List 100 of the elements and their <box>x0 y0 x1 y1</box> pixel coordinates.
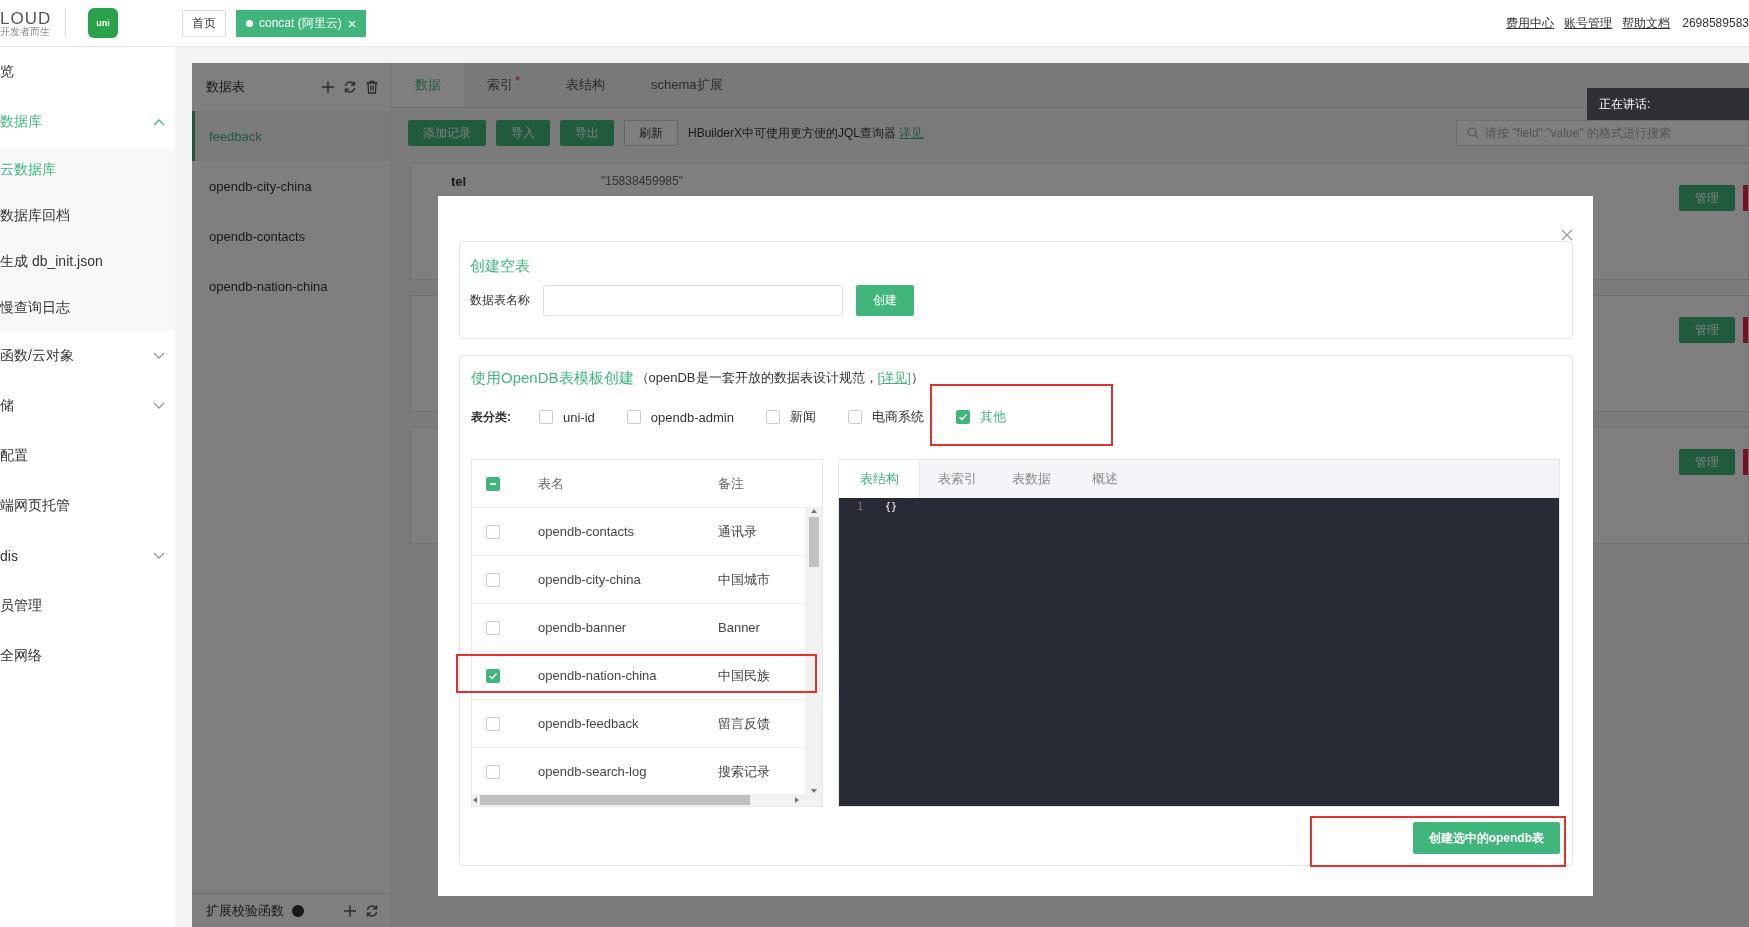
account-id: 2698589583 <box>1682 16 1749 30</box>
delete-icon[interactable] <box>365 80 379 94</box>
checkbox-label[interactable]: uni-id <box>563 409 595 425</box>
table-cell-text: opendb-search-log <box>538 764 648 779</box>
delete-button[interactable] <box>1743 185 1748 211</box>
logo-text: LOUD <box>0 9 53 27</box>
add-icon[interactable] <box>321 80 335 94</box>
checkbox[interactable] <box>486 572 500 587</box>
panel-title: 数据表 <box>206 78 246 96</box>
table-cell-text: opendb-contacts <box>538 524 636 539</box>
hint-text: HBuilderX中可使用更方便的JQL查询器 详见 <box>688 124 924 142</box>
sidebar-item[interactable]: 员管理 <box>0 581 175 631</box>
checkbox-label[interactable]: 新闻 <box>789 408 816 426</box>
line-number: 1 <box>857 501 864 512</box>
header-link[interactable]: 帮助文档 <box>1622 14 1671 32</box>
table-cell-text: Banner <box>718 620 761 635</box>
table-cell-text: opendb-city-china <box>538 572 642 587</box>
editor-tab[interactable]: 表结构 <box>839 460 920 498</box>
sidebar-item[interactable]: 览 <box>0 47 175 97</box>
column-header: 表名 <box>538 474 565 493</box>
input-field[interactable] <box>543 285 843 316</box>
delete-button[interactable] <box>1743 449 1748 475</box>
checkbox[interactable] <box>626 410 641 424</box>
field-value: "15838459985" <box>601 174 683 188</box>
table-cell-text: 搜索记录 <box>718 762 771 781</box>
checkbox-label[interactable]: opendb-admin <box>650 409 734 425</box>
sidebar-item[interactable]: 生成 db_init.json <box>0 239 175 285</box>
table-cell-text: 中国城市 <box>718 570 771 589</box>
table-cell-text: 通讯录 <box>718 522 758 541</box>
page-tab[interactable]: 首页 <box>182 9 226 37</box>
table-cell-text: opendb-nation-china <box>538 668 658 683</box>
field-name: tel <box>451 174 468 189</box>
table-cell-text: opendb-feedback <box>538 716 640 731</box>
sidebar-item[interactable]: 配置 <box>0 431 175 481</box>
logo-tagline: 开发者而生 <box>0 26 51 37</box>
panel-title: 扩展校验函数 <box>206 901 284 920</box>
add-icon[interactable] <box>343 903 357 918</box>
create-button[interactable]: 创建 <box>856 285 914 316</box>
checkbox[interactable] <box>486 764 500 779</box>
details-link[interactable]: [详见] <box>877 370 911 385</box>
tab[interactable]: schema扩展 <box>628 63 746 107</box>
checkbox-label[interactable]: 其他 <box>979 408 1006 426</box>
scrollbar-thumb[interactable] <box>808 517 819 567</box>
editor-tab[interactable]: 表数据 <box>994 460 1068 498</box>
editor-tab[interactable]: 概述 <box>1068 460 1142 498</box>
checkbox-label[interactable]: 电商系统 <box>871 408 924 426</box>
checkbox[interactable] <box>486 716 500 731</box>
table-item[interactable]: opendb-contacts <box>192 211 391 261</box>
close-icon[interactable] <box>1561 229 1573 241</box>
header-link[interactable]: 费用中心 <box>1506 14 1555 32</box>
scroll-up-icon[interactable] <box>809 508 818 514</box>
code-editor[interactable]: 表结构 表索引 表数据 概述 1 {} <box>838 459 1560 807</box>
sidebar-item[interactable]: 云数据库 <box>0 147 175 193</box>
chevron-icon <box>153 118 165 126</box>
page-tab[interactable]: concat (阿里云) × <box>236 9 367 37</box>
table-item[interactable]: opendb-city-china <box>192 161 391 211</box>
sidebar-item[interactable]: 慢查询日志 <box>0 285 175 331</box>
search-icon <box>1467 127 1479 139</box>
chevron-icon <box>153 552 165 560</box>
toolbar-button[interactable]: 刷新 <box>624 120 678 146</box>
refresh-icon[interactable] <box>343 80 357 94</box>
refresh-icon[interactable] <box>365 903 379 918</box>
checkbox[interactable] <box>955 410 970 424</box>
sidebar-item[interactable]: dis <box>0 531 175 581</box>
scroll-right-icon[interactable] <box>794 796 800 804</box>
checkbox[interactable] <box>486 620 500 635</box>
tab[interactable]: 表结构 <box>543 63 629 107</box>
header-link[interactable]: 账号管理 <box>1564 14 1613 32</box>
table-item[interactable]: opendb-nation-china <box>192 261 391 311</box>
field-label: 数据表名称 <box>470 292 530 309</box>
speaking-tooltip: 正在讲话: <box>1587 88 1749 120</box>
sidebar-item[interactable]: 数据库回档 <box>0 193 175 239</box>
checkbox[interactable] <box>486 668 500 683</box>
scrollbar-thumb[interactable] <box>480 795 750 805</box>
check-icon <box>488 670 498 681</box>
sidebar-item[interactable]: 全网络 <box>0 631 175 681</box>
sidebar-item[interactable]: 储 <box>0 381 175 431</box>
create-selected-button[interactable]: 创建选中的opendb表 <box>1412 822 1560 854</box>
table-cell-text: 中国民族 <box>718 666 771 685</box>
checkbox[interactable] <box>486 476 500 491</box>
chevron-icon <box>153 352 165 360</box>
delete-button[interactable] <box>1743 317 1748 343</box>
code-line: {} <box>885 501 898 512</box>
sidebar-item[interactable]: 端网页托管 <box>0 481 175 531</box>
chevron-icon <box>153 402 165 410</box>
scroll-left-icon[interactable] <box>472 796 478 804</box>
tab[interactable]: 索引* <box>464 63 544 107</box>
table-cell-text: 留言反馈 <box>718 714 771 733</box>
checkbox[interactable] <box>765 410 780 424</box>
table-cell-text: opendb-banner <box>538 620 628 635</box>
checkbox[interactable] <box>486 524 500 539</box>
checkbox[interactable] <box>847 410 862 424</box>
sidebar-item[interactable]: 数据库 <box>0 97 175 147</box>
sidebar-item[interactable]: 函数/云对象 <box>0 331 175 381</box>
checkbox[interactable] <box>539 410 553 424</box>
field-label: 表分类: <box>471 408 511 426</box>
check-icon <box>957 412 968 422</box>
editor-tab[interactable]: 表索引 <box>920 460 994 498</box>
section-title: 创建空表 <box>470 256 530 276</box>
description-text: （openDB是一套开放的数据表设计规范，[详见]） <box>635 369 924 387</box>
